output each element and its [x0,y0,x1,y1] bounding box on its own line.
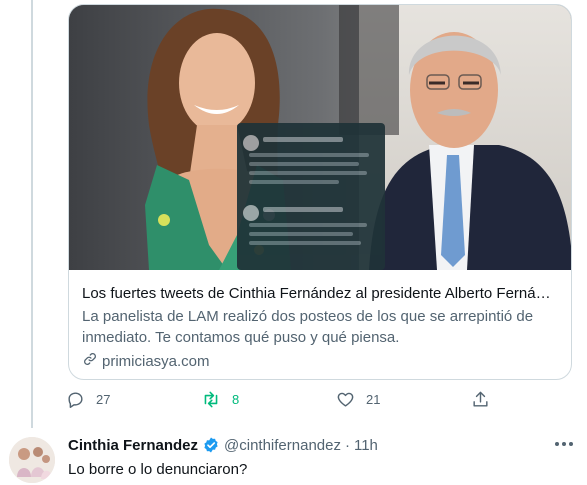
thread-connector-line [31,0,33,428]
card-domain-row[interactable]: primiciasya.com [82,351,558,371]
separator-dot: · [344,436,350,454]
like-icon [336,390,355,409]
retweet-count: 8 [232,392,240,407]
reply-count: 27 [96,392,111,407]
reply-tweet[interactable]: Cinthia Fernandez @cinthifernandez · 11h… [0,428,587,485]
retweet-button[interactable]: 8 [201,390,239,409]
share-icon [471,390,490,409]
more-options-icon[interactable] [555,442,573,446]
retweet-icon [201,390,221,409]
card-title[interactable]: Los fuertes tweets de Cinthia Fernández … [82,284,558,304]
card-description: La panelista de LAM realizó dos posteos … [82,308,534,346]
reply-button[interactable]: 27 [66,390,110,409]
link-icon [82,351,98,371]
like-button[interactable]: 21 [336,390,380,409]
share-button[interactable] [471,390,490,409]
tweet-text: Lo borre o lo denunciaron? [68,461,248,478]
card-image[interactable] [69,5,571,270]
reply-icon [66,390,85,409]
link-preview-card[interactable]: Los fuertes tweets de Cinthia Fernández … [68,4,572,380]
display-name[interactable]: Cinthia Fernandez [68,437,198,454]
tweet-timestamp[interactable]: 11h [354,437,378,454]
reply-tweet-header: Cinthia Fernandez @cinthifernandez · 11h [68,436,378,454]
user-handle[interactable]: @cinthifernandez [224,437,341,454]
card-domain: primiciasya.com [102,352,210,370]
like-count: 21 [366,392,381,407]
tweet-action-bar: 27 8 21 [66,390,496,414]
avatar[interactable] [9,437,55,483]
verified-badge-icon [202,436,220,454]
